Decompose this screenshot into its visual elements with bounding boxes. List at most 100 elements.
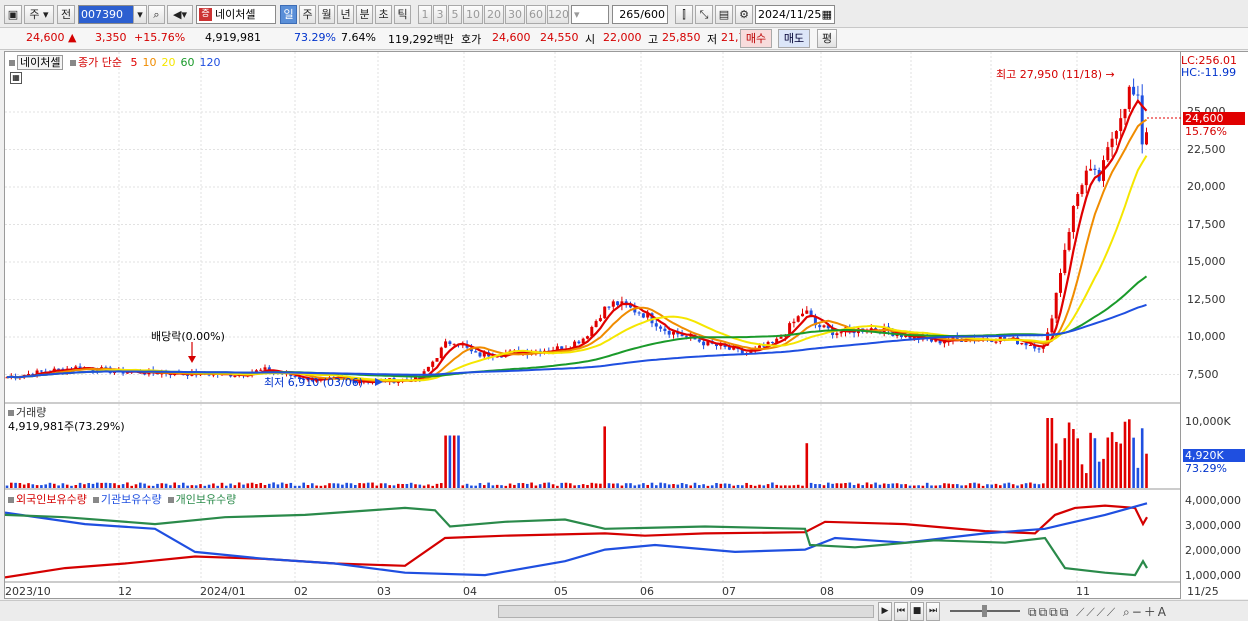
volume-bar	[96, 482, 99, 488]
volume-bar	[384, 483, 387, 488]
date-input[interactable]: 2024/11/25 ▦	[755, 5, 835, 24]
price-tag: 24,600	[1183, 112, 1245, 125]
volume-bar	[508, 483, 512, 488]
holding-legend-icon	[92, 497, 99, 503]
volume-bar	[951, 484, 955, 488]
interval-button[interactable]: 30	[505, 5, 525, 24]
period-tab[interactable]: 년	[337, 5, 354, 24]
volume-bar	[366, 482, 370, 488]
save-icon[interactable]: ▤	[715, 5, 733, 24]
period-tab[interactable]: 틱	[394, 5, 411, 24]
volume-bar	[35, 485, 39, 488]
bottom-tools-icons[interactable]: ⧉⧉⧉⧉ ⟋⟋⟋⟋ ⌕−＋A	[1028, 603, 1168, 620]
volume-bar	[607, 483, 611, 488]
interval-button[interactable]: 5	[448, 5, 462, 24]
high-price: 25,850	[662, 31, 701, 44]
chart-svg	[4, 52, 1182, 583]
layout-icon[interactable]: ▣	[4, 5, 22, 24]
volume-bar	[1089, 432, 1092, 488]
speaker-icon[interactable]: ◀▾	[167, 5, 193, 24]
interval-custom-input[interactable]: ▾	[571, 5, 609, 24]
legend-box-icon	[9, 60, 15, 66]
candle-body	[818, 325, 822, 328]
volume-bar	[1106, 437, 1110, 488]
volume-bar	[298, 485, 301, 488]
candle-body	[1003, 336, 1007, 339]
draw-tool-icon[interactable]: ⤡	[695, 5, 713, 24]
volume-bar	[169, 485, 172, 488]
volume-bar	[1097, 461, 1101, 488]
gear-icon[interactable]: ⚙	[735, 5, 753, 24]
eval-button[interactable]: 평	[817, 29, 837, 48]
scroll-right-icon[interactable]: ▶	[878, 602, 892, 621]
horizontal-scrollbar[interactable]	[498, 605, 874, 618]
volume-bar	[289, 482, 293, 488]
candle-body	[1114, 131, 1118, 139]
interval-button[interactable]: 120	[547, 5, 569, 24]
candle-body	[1084, 170, 1088, 186]
interval-button[interactable]: 1	[418, 5, 432, 24]
count-input[interactable]: 265/600	[612, 5, 668, 24]
stock-code-input[interactable]: 007390	[78, 5, 134, 24]
volume-bar	[268, 483, 271, 488]
volume-bar	[762, 485, 766, 488]
stop-icon[interactable]: ■	[910, 602, 924, 621]
pct-tag: 15.76%	[1185, 125, 1227, 138]
period-tab[interactable]: 초	[375, 5, 392, 24]
chevron-down-icon[interactable]: ▾	[133, 5, 147, 24]
interval-button[interactable]: 20	[484, 5, 504, 24]
candle-body	[448, 341, 452, 344]
interval-button[interactable]: 10	[463, 5, 483, 24]
volume-bar	[938, 485, 942, 488]
volume-bar	[900, 484, 903, 488]
volume-bar	[1076, 438, 1079, 488]
scroll-first-icon[interactable]: ⏮	[894, 602, 908, 621]
candle-body	[1093, 168, 1097, 171]
candle-body	[594, 321, 598, 327]
volume-bar	[1054, 443, 1058, 488]
volume-bar	[556, 485, 559, 488]
low-annotation: 최저 6,910 (03/06)	[264, 376, 364, 389]
price-tick-label: 10,000	[1187, 330, 1226, 343]
period-tab[interactable]: 주	[299, 5, 316, 24]
volume-bar	[857, 483, 860, 488]
period-tab[interactable]: 분	[356, 5, 373, 24]
date-tick-label: 11/25	[1187, 585, 1219, 598]
volume-bar	[698, 485, 701, 488]
volume-bar	[517, 483, 520, 488]
mode-week-dropdown[interactable]: 주 ▾	[24, 5, 54, 24]
volume-bar	[685, 484, 688, 488]
volume-bar	[405, 483, 409, 488]
interval-button[interactable]: 3	[433, 5, 447, 24]
candle-body	[663, 328, 667, 331]
interval-button[interactable]: 60	[526, 5, 546, 24]
search-icon[interactable]: ⌕	[148, 5, 165, 24]
volume-bar	[874, 482, 877, 488]
candle-body	[474, 351, 478, 353]
candle-type-icon[interactable]: ⫿	[675, 5, 693, 24]
grid-toggle-icon[interactable]: ▦	[10, 72, 22, 84]
candle-body	[577, 341, 581, 344]
volume-legend-icon	[8, 410, 14, 416]
candle-body	[1127, 86, 1131, 110]
price-change-pct: +15.76%	[134, 31, 186, 44]
zoom-slider-handle[interactable]	[982, 605, 987, 617]
candle-body	[1123, 109, 1127, 119]
stock-name-field[interactable]: 증 네이처셀	[196, 5, 276, 24]
volume-bar	[1016, 485, 1019, 488]
chart-canvas[interactable]: 네이처셀 종가 단순 5 10 20 60 120 ▦ 최고 27,950 (11/18…	[4, 51, 1182, 599]
volume-bar	[994, 483, 998, 488]
period-tab[interactable]: 일	[280, 5, 297, 24]
candle-body	[637, 312, 641, 314]
candle-body	[796, 316, 800, 322]
volume-bar	[117, 485, 121, 488]
volume-bar	[809, 482, 813, 488]
sell-button[interactable]: 매도	[778, 29, 810, 48]
mode-all-button[interactable]: 전	[57, 5, 75, 24]
volume-bar	[1102, 458, 1105, 488]
volume-bar	[814, 484, 817, 488]
volume-bar	[624, 483, 628, 488]
period-tab[interactable]: 월	[318, 5, 335, 24]
buy-button[interactable]: 매수	[740, 29, 772, 48]
scroll-last-icon[interactable]: ⏭	[926, 602, 940, 621]
